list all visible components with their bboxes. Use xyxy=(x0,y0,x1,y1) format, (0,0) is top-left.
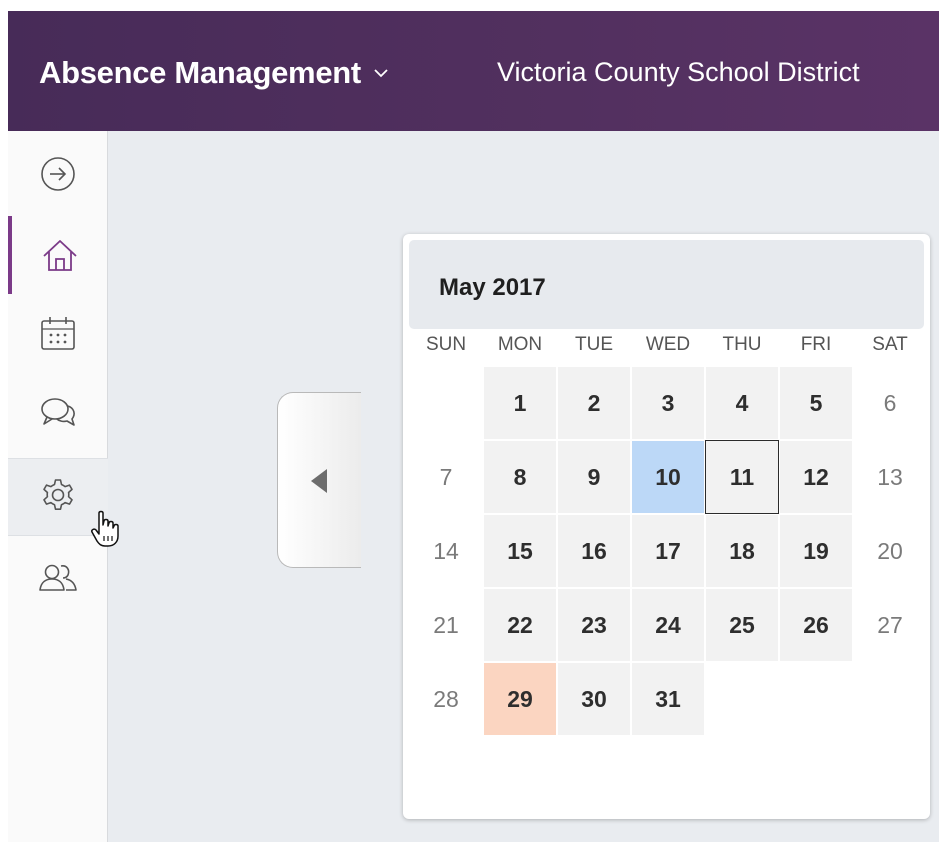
app-window: Absence Management Victoria County Schoo… xyxy=(8,11,939,842)
hand-cursor-icon xyxy=(91,510,119,547)
calendar-empty-cell xyxy=(409,366,483,440)
weekday-header-row: SUN MON TUE WED THU FRI SAT xyxy=(409,334,927,364)
app-switcher[interactable]: Absence Management xyxy=(39,55,389,91)
calendar-day-24[interactable]: 24 xyxy=(631,588,705,662)
sidebar xyxy=(8,131,108,842)
calendar-day-8[interactable]: 8 xyxy=(483,440,557,514)
calendar-widget: May 2017 SUN MON TUE WED THU FRI SAT 123… xyxy=(403,234,930,819)
users-icon xyxy=(39,564,77,591)
calendar-header: May 2017 xyxy=(409,240,924,329)
calendar-day-31[interactable]: 31 xyxy=(631,662,705,736)
calendar-month-title: May 2017 xyxy=(439,274,546,301)
weekday-label: SAT xyxy=(872,334,908,355)
calendar-day-9[interactable]: 9 xyxy=(557,440,631,514)
calendar-day-4[interactable]: 4 xyxy=(705,366,779,440)
weekday-label: FRI xyxy=(800,334,832,355)
calendar-day-6[interactable]: 6 xyxy=(853,366,927,440)
calendar-day-2[interactable]: 2 xyxy=(557,366,631,440)
calendar-day-15[interactable]: 15 xyxy=(483,514,557,588)
calendar-day-19[interactable]: 19 xyxy=(779,514,853,588)
sidebar-item-people[interactable] xyxy=(8,539,108,617)
calendar-day-13[interactable]: 13 xyxy=(853,440,927,514)
chevron-down-icon xyxy=(374,69,388,78)
calendar-day-21[interactable]: 21 xyxy=(409,588,483,662)
sidebar-item-messages[interactable] xyxy=(8,374,108,452)
collapse-panel-button[interactable] xyxy=(277,392,361,568)
weekday-label: THU xyxy=(722,334,762,355)
calendar-day-18[interactable]: 18 xyxy=(705,514,779,588)
gear-icon xyxy=(43,479,73,510)
sidebar-item-calendar[interactable] xyxy=(8,295,108,373)
weekday-label: MON xyxy=(497,334,543,355)
home-icon xyxy=(43,240,77,271)
chat-icon xyxy=(41,398,75,426)
caret-left-icon xyxy=(311,469,327,493)
calendar-day-11[interactable]: 11 xyxy=(705,440,779,514)
sidebar-item-home[interactable] xyxy=(8,216,108,294)
calendar-day-16[interactable]: 16 xyxy=(557,514,631,588)
top-header: Absence Management Victoria County Schoo… xyxy=(8,11,939,131)
calendar-empty-cell xyxy=(779,662,853,736)
calendar-day-26[interactable]: 26 xyxy=(779,588,853,662)
weekday-label: TUE xyxy=(575,334,613,355)
calendar-day-7[interactable]: 7 xyxy=(409,440,483,514)
calendar-day-20[interactable]: 20 xyxy=(853,514,927,588)
calendar-empty-cell xyxy=(853,662,927,736)
arrow-right-circle-icon xyxy=(41,157,75,191)
calendar-day-25[interactable]: 25 xyxy=(705,588,779,662)
weekday-label: SUN xyxy=(425,334,467,355)
calendar-day-23[interactable]: 23 xyxy=(557,588,631,662)
sidebar-item-expand[interactable] xyxy=(8,135,108,213)
calendar-day-29[interactable]: 29 xyxy=(483,662,557,736)
calendar-day-10[interactable]: 10 xyxy=(631,440,705,514)
calendar-day-17[interactable]: 17 xyxy=(631,514,705,588)
calendar-day-12[interactable]: 12 xyxy=(779,440,853,514)
calendar-day-28[interactable]: 28 xyxy=(409,662,483,736)
app-title: Absence Management xyxy=(39,55,361,90)
district-name: Victoria County School District xyxy=(497,57,860,87)
calendar-day-22[interactable]: 22 xyxy=(483,588,557,662)
calendar-day-14[interactable]: 14 xyxy=(409,514,483,588)
calendar-day-30[interactable]: 30 xyxy=(557,662,631,736)
calendar-day-1[interactable]: 1 xyxy=(483,366,557,440)
calendar-icon xyxy=(41,317,75,350)
calendar-day-3[interactable]: 3 xyxy=(631,366,705,440)
calendar-day-5[interactable]: 5 xyxy=(779,366,853,440)
calendar-empty-cell xyxy=(705,662,779,736)
calendar-day-grid: 1 2 3 4 5 6 7 8 9 10 11 12 13 14 15 16 17 18 19 20 21 22 23 24 2… xyxy=(409,366,927,736)
calendar-day-27[interactable]: 27 xyxy=(853,588,927,662)
weekday-label: WED xyxy=(645,334,691,355)
